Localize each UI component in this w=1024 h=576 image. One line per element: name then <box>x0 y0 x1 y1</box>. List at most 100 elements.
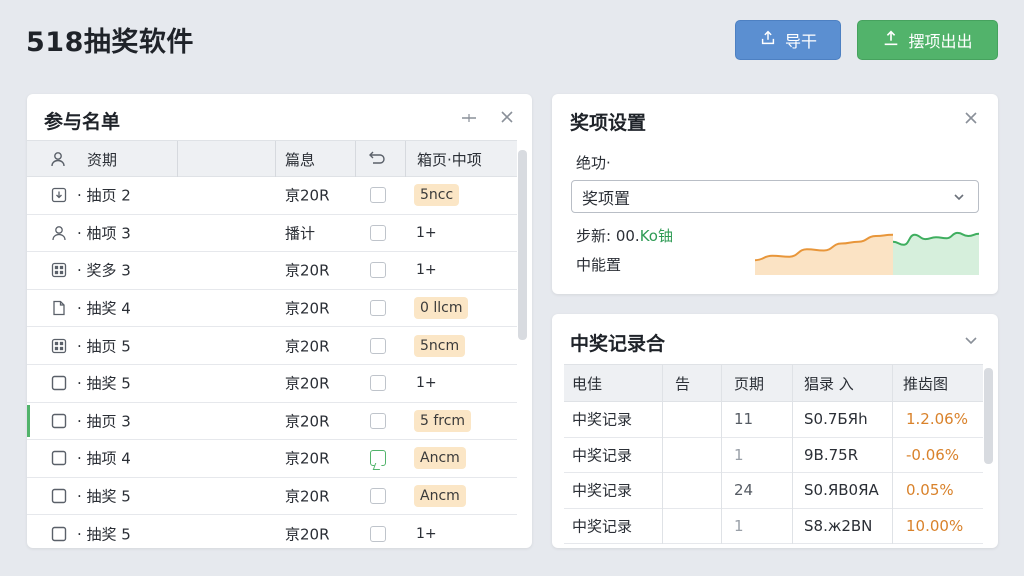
participant-info: 亰20R <box>285 299 330 318</box>
records-rows: 中奖记录 11 S0.7БЯh 1.2.06% 中奖记录 1 9B.75R -0.06% 中奖记… <box>564 402 983 544</box>
undo-icon[interactable] <box>367 141 387 177</box>
record-cell-4: S0.7БЯh <box>804 410 868 429</box>
participant-name: · 抽奖 5 <box>77 525 131 544</box>
square-icon <box>50 374 68 392</box>
participant-checkbox[interactable] <box>370 300 386 317</box>
green-area <box>893 232 979 275</box>
prize-tag: 5ncm <box>414 334 466 357</box>
prize-tag: 1+ <box>416 262 437 279</box>
prize-settings-panel: 奖项设置 绝功· 奖项置 步新: 00.Ko铀 中能置 <box>552 94 998 294</box>
participant-name: · 抽项 4 <box>77 449 131 468</box>
record-row[interactable]: 中奖记录 24 S0.ЯB0ЯA 0.05% <box>564 473 983 509</box>
record-cell-3: 1 <box>734 516 744 535</box>
participant-name: · 抽奖 5 <box>77 374 131 393</box>
chevron-down-icon[interactable] <box>963 332 979 352</box>
records-table: 电佳 告 页期 猖录 入 推齿图 中奖记录 11 S0.7БЯh 1.2.06% 中奖记… <box>564 364 983 544</box>
close-icon[interactable] <box>499 109 515 129</box>
record-row[interactable]: 中奖记录 1 S8.ж2BN 10.00% <box>564 509 983 544</box>
import-button[interactable]: 导干 <box>735 20 841 60</box>
settings-title: 奖项设置 <box>570 112 647 134</box>
participant-info: 播计 <box>285 224 316 243</box>
orange-area <box>755 234 893 275</box>
record-row[interactable]: 中奖记录 11 S0.7БЯh 1.2.06% <box>564 402 983 438</box>
participant-checkbox[interactable] <box>370 525 386 542</box>
participant-row[interactable]: · 抽页 3 亰20R 5 frcm <box>27 403 517 441</box>
settings-field-label: 绝功· <box>576 154 611 172</box>
records-table-header: 电佳 告 页期 猖录 入 推齿图 <box>564 364 983 402</box>
chevron-down-icon <box>952 189 966 208</box>
upload-icon <box>759 29 777 51</box>
record-cell-1: 中奖记录 <box>572 446 633 465</box>
export-button-label: 摆项出出 <box>908 32 973 51</box>
add-icon[interactable] <box>459 108 479 132</box>
record-cell-3: 1 <box>734 445 744 464</box>
records-col-5[interactable]: 推齿图 <box>903 365 948 402</box>
participant-info: 亰20R <box>285 449 330 468</box>
import-button-label: 导干 <box>784 32 817 51</box>
participant-info: 亰20R <box>285 412 330 431</box>
participants-rows: · 抽页 2 亰20R 5ncc · 柚项 3 播计 1+ · 奖多 3 亰20R 1+ · 抽奖… <box>27 177 517 548</box>
rate-text: 步新: 00.Ko铀 <box>576 225 673 246</box>
participant-name: · 柚项 3 <box>77 224 131 243</box>
prize-tag: Ancm <box>414 447 466 470</box>
participants-scrollbar[interactable] <box>518 150 527 340</box>
prize-tag: 1+ <box>416 525 437 542</box>
close-icon[interactable] <box>963 110 979 130</box>
participant-row[interactable]: · 抽奖 4 亰20R 0 llcm <box>27 290 517 328</box>
participant-info: 亰20R <box>285 337 330 356</box>
participant-row[interactable]: · 奖多 3 亰20R 1+ <box>27 252 517 290</box>
records-col-3[interactable]: 页期 <box>734 365 764 402</box>
trend-sparkline <box>755 231 979 275</box>
square-icon <box>50 412 68 430</box>
participant-row[interactable]: · 抽奖 5 亰20R Ancm <box>27 478 517 516</box>
participant-checkbox[interactable] <box>370 412 386 429</box>
participant-checkbox[interactable] <box>370 224 386 241</box>
record-cell-3: 11 <box>734 410 754 429</box>
records-title: 中奖记录合 <box>570 333 666 355</box>
participant-checkbox[interactable] <box>370 375 386 392</box>
participant-checkbox[interactable] <box>370 488 386 505</box>
winner-records-panel: 中奖记录合 电佳 告 页期 猖录 入 推齿图 中奖记录 11 S0.7БЯh 1.2.… <box>552 314 998 548</box>
app-title: 518抽奖软件 <box>26 27 194 58</box>
participant-name: · 奖多 3 <box>77 261 131 280</box>
participant-row[interactable]: · 抽奖 5 亰20R 1+ <box>27 365 517 403</box>
prize-select[interactable]: 奖项置 <box>571 180 979 213</box>
column-header-info[interactable]: 篇息 <box>285 141 315 177</box>
participant-row[interactable]: · 抽页 2 亰20R 5ncc <box>27 177 517 215</box>
participant-row[interactable]: · 抽页 5 亰20R 5ncm <box>27 327 517 365</box>
rate-value: Ko铀 <box>639 227 673 245</box>
participant-row[interactable]: · 柚项 3 播计 1+ <box>27 215 517 253</box>
record-cell-5: -0.06% <box>906 445 960 464</box>
records-col-2[interactable]: 告 <box>675 365 690 402</box>
prize-tag: 5ncc <box>414 184 460 207</box>
participant-checkbox[interactable] <box>370 337 386 354</box>
participant-checkbox[interactable] <box>370 450 386 467</box>
records-col-1[interactable]: 电佳 <box>572 365 602 402</box>
prize-select-value: 奖项置 <box>582 188 631 208</box>
participant-row[interactable]: · 抽奖 5 亰20R 1+ <box>27 515 517 548</box>
export-button[interactable]: 摆项出出 <box>857 20 998 60</box>
participants-title: 参与名单 <box>44 111 121 133</box>
record-cell-5: 0.05% <box>906 481 954 500</box>
participant-name: · 抽页 5 <box>77 337 131 356</box>
records-col-4[interactable]: 猖录 入 <box>804 365 854 402</box>
participant-checkbox[interactable] <box>370 262 386 279</box>
participant-row[interactable]: · 抽项 4 亰20R Ancm <box>27 440 517 478</box>
record-cell-3: 24 <box>734 481 754 500</box>
participant-checkbox[interactable] <box>370 187 386 204</box>
participant-info: 亰20R <box>285 186 330 205</box>
participant-name: · 抽奖 4 <box>77 299 131 318</box>
column-header-prize[interactable]: 箱页·中项 <box>417 141 482 177</box>
square-icon <box>50 525 68 543</box>
records-scrollbar[interactable] <box>984 368 993 464</box>
prize-tag: 5 frcm <box>414 409 472 432</box>
column-header-name[interactable]: 资期 <box>87 141 117 177</box>
square-icon <box>50 487 68 505</box>
participants-panel: 参与名单 资期 篇息 箱页·中项 · 抽页 2 亰20R 5ncc · 柚项 3 播计 1… <box>27 94 532 548</box>
record-row[interactable]: 中奖记录 1 9B.75R -0.06% <box>564 438 983 473</box>
participant-info: 亰20R <box>285 487 330 506</box>
record-cell-5: 1.2.06% <box>906 410 968 429</box>
participants-table-header: 资期 篇息 箱页·中项 <box>27 140 517 177</box>
download-box-icon <box>50 186 68 204</box>
prize-tag: 1+ <box>416 224 437 241</box>
